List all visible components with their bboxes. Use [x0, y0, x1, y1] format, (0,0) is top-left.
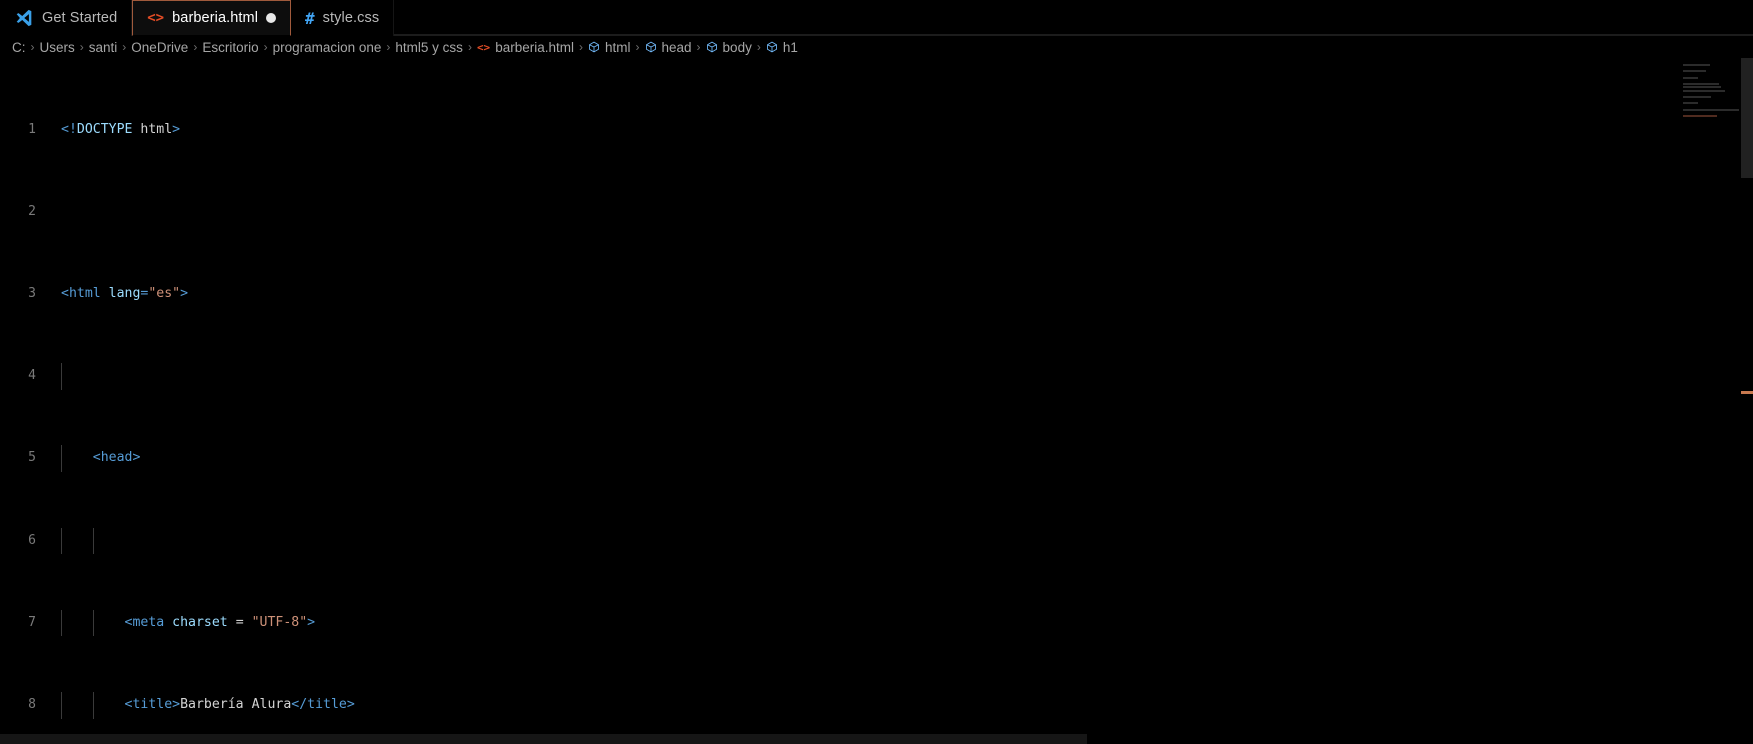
symbol-cube-icon — [645, 41, 657, 53]
breadcrumb-separator-icon: › — [79, 40, 84, 54]
symbol-cube-icon — [766, 41, 778, 53]
breadcrumb-item-barberia-html[interactable]: <> barberia.html — [477, 40, 574, 55]
vertical-scrollbar-thumb[interactable] — [1741, 58, 1753, 178]
editor-tab-bar: Get Started <> barberia.html # style.css — [0, 0, 1753, 36]
code-editor[interactable]: 1 <!DOCTYPE html> 2 3 <html lang="es"> 4 5… — [0, 58, 1753, 744]
breadcrumb-item-santi[interactable]: santi — [89, 40, 118, 55]
breadcrumb-item-symbol-h1[interactable]: h1 — [766, 40, 798, 55]
line-number: 3 — [28, 286, 36, 302]
tab-bar-empty-space — [394, 0, 1753, 35]
line-number: 6 — [28, 532, 36, 548]
breadcrumb-separator-icon: › — [30, 40, 35, 54]
breadcrumb-label: barberia.html — [495, 39, 574, 55]
breadcrumb-label: programacion one — [272, 39, 382, 55]
horizontal-scrollbar-thumb[interactable] — [0, 734, 1087, 744]
code-line[interactable]: 3 <html lang="es"> — [0, 284, 1753, 305]
code-line[interactable]: 7 <meta charset = "UTF-8"> — [0, 609, 1753, 636]
breadcrumb-label: head — [661, 39, 692, 55]
code-line[interactable]: 6 — [0, 527, 1753, 554]
breadcrumb-separator-icon: › — [386, 40, 391, 54]
breadcrumb-label: html5 y css — [395, 39, 463, 55]
code-line[interactable]: 5 <head> — [0, 445, 1753, 472]
breadcrumb-separator-icon: › — [122, 40, 127, 54]
line-number: 1 — [28, 121, 36, 137]
breadcrumb-separator-icon: › — [696, 40, 701, 54]
breadcrumb-label: C: — [12, 39, 26, 55]
tab-label: barberia.html — [172, 10, 259, 26]
breadcrumb-label: santi — [88, 39, 118, 55]
symbol-cube-icon — [706, 41, 718, 53]
code-line[interactable]: 4 — [0, 363, 1753, 390]
breadcrumb-item-symbol-body[interactable]: body — [706, 40, 752, 55]
line-content[interactable]: <title>Barbería Alura</title> — [61, 692, 1753, 718]
line-number: 2 — [28, 203, 36, 219]
line-number: 8 — [28, 696, 36, 712]
breadcrumb-separator-icon: › — [263, 40, 268, 54]
tab-label: Get Started — [42, 10, 118, 26]
line-content[interactable]: <head> — [61, 445, 1753, 472]
breadcrumb-label: html — [604, 39, 631, 55]
line-content[interactable]: <html lang="es"> — [61, 284, 1753, 305]
line-content[interactable] — [61, 527, 1753, 554]
breadcrumb-item-drive[interactable]: C: — [12, 40, 26, 55]
line-number: 5 — [28, 450, 36, 466]
breadcrumb-item-html5-y-css[interactable]: html5 y css — [395, 40, 463, 55]
tab-label: style.css — [322, 10, 380, 26]
horizontal-scrollbar[interactable] — [0, 734, 1753, 744]
tab-style-css[interactable]: # style.css — [291, 0, 395, 36]
line-number: 4 — [28, 368, 36, 384]
code-line[interactable]: 1 <!DOCTYPE html> — [0, 120, 1753, 141]
breadcrumb-separator-icon: › — [578, 40, 583, 54]
code-lines-container[interactable]: 1 <!DOCTYPE html> 2 3 <html lang="es"> 4 5… — [0, 58, 1753, 744]
line-content[interactable]: <meta charset = "UTF-8"> — [61, 609, 1753, 636]
breadcrumb-separator-icon: › — [467, 40, 472, 54]
symbol-cube-icon — [588, 41, 600, 53]
breadcrumb-item-escritorio[interactable]: Escritorio — [202, 40, 258, 55]
breadcrumb-item-onedrive[interactable]: OneDrive — [131, 40, 188, 55]
unsaved-changes-indicator[interactable] — [266, 13, 277, 23]
breadcrumb-item-users[interactable]: Users — [40, 40, 75, 55]
line-number: 7 — [28, 614, 36, 630]
css-file-icon: # — [305, 8, 315, 28]
html-file-icon: <> — [476, 40, 491, 54]
breadcrumb-label: body — [722, 39, 752, 55]
tab-barberia-html[interactable]: <> barberia.html — [132, 0, 292, 36]
breadcrumb-label: OneDrive — [131, 39, 189, 55]
line-content[interactable]: <!DOCTYPE html> — [61, 120, 1753, 141]
breadcrumb-label: Escritorio — [202, 39, 259, 55]
breadcrumb-label: Users — [39, 39, 75, 55]
vscode-logo-icon — [14, 8, 34, 28]
code-line[interactable]: 8 <title>Barbería Alura</title> — [0, 692, 1753, 718]
breadcrumb-item-symbol-head[interactable]: head — [645, 40, 692, 55]
breadcrumb-item-programacion-one[interactable]: programacion one — [273, 40, 382, 55]
breadcrumb-item-symbol-html[interactable]: html — [588, 40, 631, 55]
html-file-icon: <> — [147, 10, 165, 26]
vertical-scrollbar[interactable] — [1741, 58, 1753, 744]
breadcrumb: C: › Users › santi › OneDrive › Escritor… — [0, 36, 1753, 58]
tab-get-started[interactable]: Get Started — [0, 0, 133, 36]
breadcrumb-separator-icon: › — [756, 40, 761, 54]
breadcrumb-separator-icon: › — [193, 40, 198, 54]
code-line[interactable]: 2 — [0, 202, 1753, 223]
line-content[interactable] — [61, 363, 1753, 390]
breadcrumb-label: h1 — [782, 39, 798, 55]
breadcrumb-separator-icon: › — [635, 40, 640, 54]
